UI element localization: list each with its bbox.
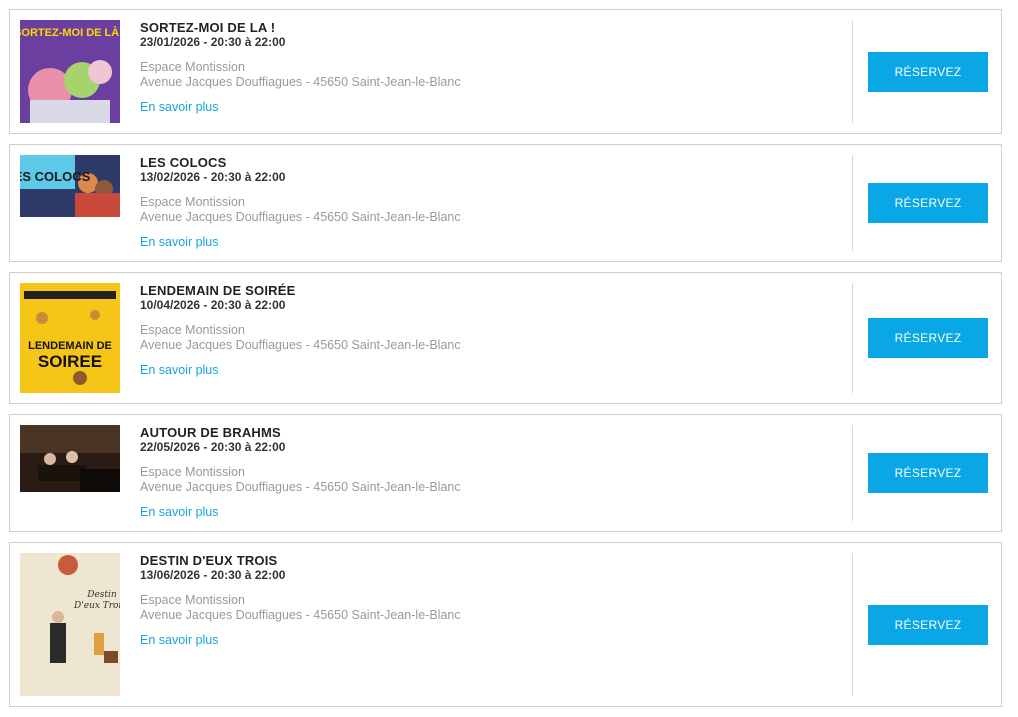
event-datetime: 22/05/2026 - 20:30 à 22:00 xyxy=(140,440,286,454)
reserve-button[interactable]: RÉSERVEZ xyxy=(868,52,988,92)
event-title: DESTIN D'EUX TROIS xyxy=(140,553,278,568)
event-info: SORTEZ-MOI DE LA ! 23/01/2026 - 20:30 à … xyxy=(140,20,700,116)
event-poster-image[interactable]: LENDEMAIN DE SOIREE xyxy=(20,283,120,393)
event-card: LES COLOCS LES COLOCS 13/02/2026 - 20:30… xyxy=(9,144,1002,262)
event-poster-image[interactable] xyxy=(20,425,120,492)
event-datetime: 23/01/2026 - 20:30 à 22:00 xyxy=(140,35,286,49)
reserve-button[interactable]: RÉSERVEZ xyxy=(868,605,988,645)
event-venue: Espace Montission xyxy=(140,323,245,337)
event-venue: Espace Montission xyxy=(140,593,245,607)
divider xyxy=(852,283,853,393)
event-address: Avenue Jacques Douffiagues - 45650 Saint… xyxy=(140,608,461,622)
event-venue: Espace Montission xyxy=(140,465,245,479)
svg-text:D'eux Trois: D'eux Trois xyxy=(73,601,120,611)
svg-text:LENDEMAIN DE: LENDEMAIN DE xyxy=(28,340,112,352)
more-info-link[interactable]: En savoir plus xyxy=(140,363,219,378)
more-info-link[interactable]: En savoir plus xyxy=(140,235,219,250)
event-datetime: 13/06/2026 - 20:30 à 22:00 xyxy=(140,568,286,582)
event-address: Avenue Jacques Douffiagues - 45650 Saint… xyxy=(140,480,461,494)
divider xyxy=(852,20,853,123)
reserve-button[interactable]: RÉSERVEZ xyxy=(868,183,988,223)
event-card: Destin D'eux Trois DESTIN D'EUX TROIS 13… xyxy=(9,542,1002,707)
event-address: Avenue Jacques Douffiagues - 45650 Saint… xyxy=(140,210,461,224)
divider xyxy=(852,155,853,251)
svg-text:SOIREE: SOIREE xyxy=(38,352,102,371)
event-info: LENDEMAIN DE SOIRÉE 10/04/2026 - 20:30 à… xyxy=(140,283,700,379)
event-address: Avenue Jacques Douffiagues - 45650 Saint… xyxy=(140,338,461,352)
event-venue: Espace Montission xyxy=(140,60,245,74)
event-title: AUTOUR DE BRAHMS xyxy=(140,425,281,440)
event-card: SORTEZ-MOI DE LÀ ! SORTEZ-MOI DE LA ! 23… xyxy=(9,9,1002,134)
event-datetime: 10/04/2026 - 20:30 à 22:00 xyxy=(140,298,286,312)
event-address: Avenue Jacques Douffiagues - 45650 Saint… xyxy=(140,75,461,89)
event-title: LENDEMAIN DE SOIRÉE xyxy=(140,283,296,298)
divider xyxy=(852,425,853,521)
divider xyxy=(852,553,853,696)
svg-text:SORTEZ-MOI DE LÀ !: SORTEZ-MOI DE LÀ ! xyxy=(20,26,120,39)
event-info: DESTIN D'EUX TROIS 13/06/2026 - 20:30 à … xyxy=(140,553,700,649)
event-info: AUTOUR DE BRAHMS 22/05/2026 - 20:30 à 22… xyxy=(140,425,700,521)
svg-text:LES COLOCS: LES COLOCS xyxy=(20,169,91,184)
event-title: SORTEZ-MOI DE LA ! xyxy=(140,20,276,35)
event-venue: Espace Montission xyxy=(140,195,245,209)
event-poster-image[interactable]: Destin D'eux Trois xyxy=(20,553,120,696)
reserve-button[interactable]: RÉSERVEZ xyxy=(868,318,988,358)
more-info-link[interactable]: En savoir plus xyxy=(140,633,219,648)
event-poster-image[interactable]: SORTEZ-MOI DE LÀ ! xyxy=(20,20,120,123)
reserve-button[interactable]: RÉSERVEZ xyxy=(868,453,988,493)
event-datetime: 13/02/2026 - 20:30 à 22:00 xyxy=(140,170,286,184)
event-title: LES COLOCS xyxy=(140,155,227,170)
event-info: LES COLOCS 13/02/2026 - 20:30 à 22:00 Es… xyxy=(140,155,700,251)
event-poster-image[interactable]: LES COLOCS xyxy=(20,155,120,217)
more-info-link[interactable]: En savoir plus xyxy=(140,505,219,520)
more-info-link[interactable]: En savoir plus xyxy=(140,100,219,115)
event-card: AUTOUR DE BRAHMS 22/05/2026 - 20:30 à 22… xyxy=(9,414,1002,532)
event-card: LENDEMAIN DE SOIREE LENDEMAIN DE SOIRÉE … xyxy=(9,272,1002,404)
svg-text:Destin: Destin xyxy=(86,590,117,600)
